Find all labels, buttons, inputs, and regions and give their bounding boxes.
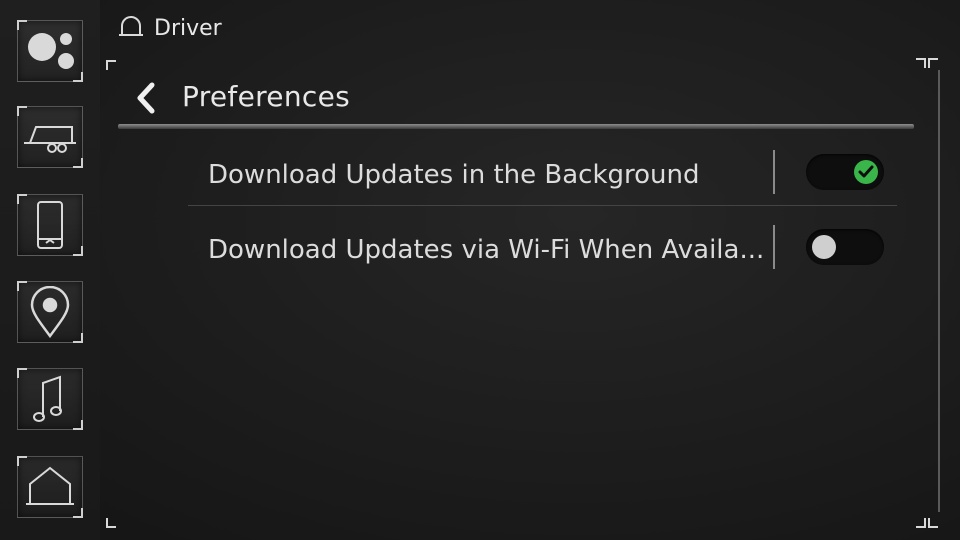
apps-bubbles-icon [28,33,74,69]
music-note-icon [33,375,62,422]
frame-corner [106,60,116,70]
row-separator [188,205,897,206]
phone-icon [37,201,63,249]
profile-label: Driver [154,15,222,41]
setting-label: Download Updates in the Background [208,160,700,190]
scroll-rail[interactable] [938,70,940,512]
sidebar-item-navigation[interactable] [17,281,83,343]
toggle-knob-off [812,235,836,259]
profile-header[interactable]: Driver [118,12,222,44]
toggle-knob-on [854,160,878,184]
page-title: Preferences [182,80,350,113]
divider [773,225,775,269]
sidebar-item-apps[interactable] [17,20,83,82]
background-updates-toggle[interactable] [806,154,884,190]
sidebar [0,0,100,540]
chevron-left-icon [137,82,155,114]
setting-row-background-updates[interactable]: Download Updates in the Background [188,140,897,212]
title-underline [118,124,914,129]
title-bar: Preferences [118,70,914,128]
setting-row-wifi-updates[interactable]: Download Updates via Wi-Fi When Availa..… [188,215,897,287]
wifi-updates-toggle[interactable] [806,229,884,265]
frame-corner [928,518,938,528]
sidebar-item-home[interactable] [17,456,83,518]
check-icon [858,165,874,178]
frame-corner [916,58,926,68]
setting-label: Download Updates via Wi-Fi When Availa..… [208,235,765,265]
home-icon [26,466,74,505]
sidebar-item-phone[interactable] [17,194,83,256]
frame-corner [928,58,938,68]
location-pin-icon [30,286,70,338]
divider [773,150,775,194]
sidebar-item-trailer[interactable] [17,106,83,168]
sidebar-item-media[interactable] [17,368,83,430]
frame-corner [916,518,926,528]
frame-corner [106,518,116,528]
trailer-icon [24,126,76,153]
bell-icon [119,16,143,36]
back-button[interactable] [128,80,164,116]
